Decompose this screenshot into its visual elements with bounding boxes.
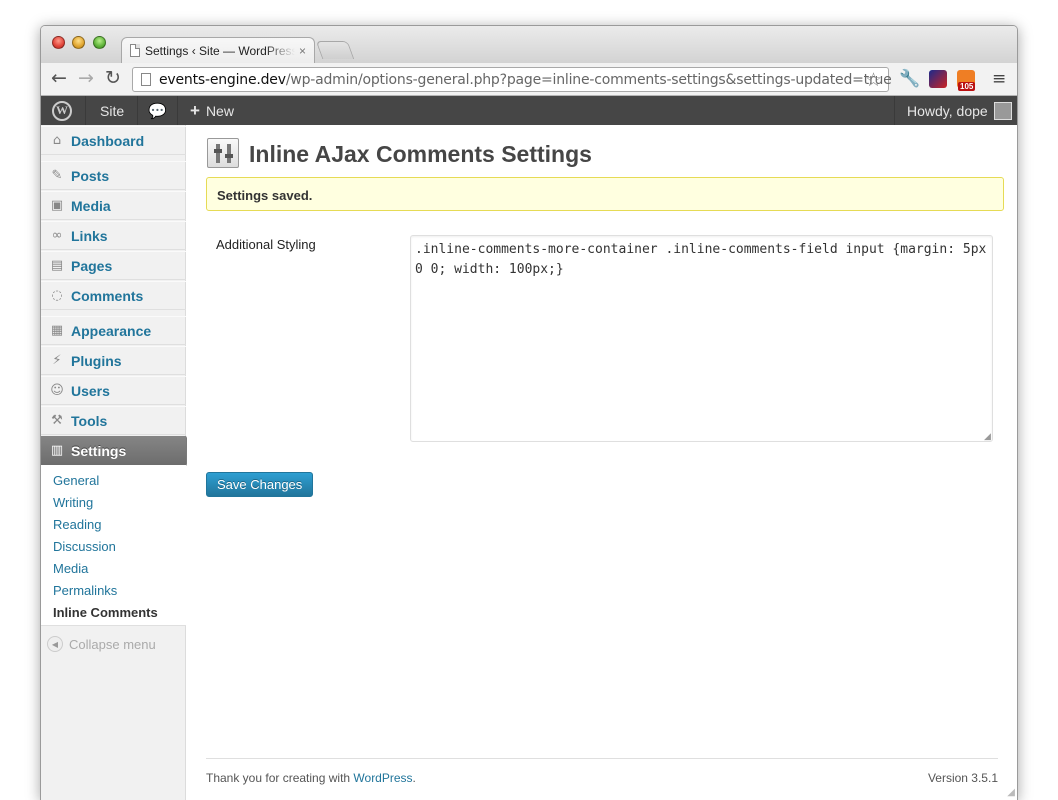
menu-dashboard[interactable]: ⌂ Dashboard	[41, 126, 186, 155]
menu-label: Pages	[71, 257, 113, 274]
adminbar-divider	[894, 96, 895, 125]
additional-styling-textarea[interactable]: .inline-comments-more-container .inline-…	[410, 235, 993, 442]
howdy-label: Howdy, dope	[907, 102, 988, 119]
menu-links[interactable]: ∞ Links	[41, 221, 186, 250]
my-account-menu[interactable]: Howdy, dope	[907, 96, 1012, 125]
appearance-icon: ▦	[50, 323, 64, 338]
menu-label: Plugins	[71, 352, 122, 369]
avatar	[993, 101, 1012, 120]
submenu-permalinks[interactable]: Permalinks	[41, 581, 186, 603]
footer-thanks: Thank you for creating with WordPress.	[206, 771, 416, 785]
zoom-window-button[interactable]	[93, 36, 106, 49]
media-icon: ▣	[50, 198, 64, 213]
browser-toolbar: ← → ↻ events-engine.dev/wp-admin/options…	[41, 63, 1017, 96]
menu-label: Comments	[71, 287, 144, 304]
tab-close-icon[interactable]: ×	[299, 44, 306, 58]
dashboard-icon: ⌂	[52, 133, 62, 148]
wordpress-link[interactable]: WordPress	[353, 771, 412, 785]
settings-saved-notice: Settings saved.	[206, 177, 1004, 211]
collapse-label: Collapse menu	[69, 636, 156, 652]
comment-icon: ◌	[51, 288, 63, 303]
version-text: Version 3.5.1	[927, 771, 998, 785]
main-content: Inline AJax Comments Settings Settings s…	[187, 125, 1017, 800]
star-icon[interactable]: ☆	[865, 69, 882, 91]
tools-icon: ⚒	[51, 413, 63, 428]
site-menu[interactable]: Site	[100, 96, 124, 125]
menu-label: Appearance	[71, 322, 152, 339]
minimize-window-button[interactable]	[72, 36, 85, 49]
adminbar-divider	[85, 96, 86, 125]
menu-pages[interactable]: ▤ Pages	[41, 251, 186, 280]
submenu-media[interactable]: Media	[41, 559, 186, 581]
arrow-left-icon[interactable]: ←	[51, 68, 67, 88]
browser-window: Settings ‹ Site — WordPress × ← → ↻ even…	[40, 25, 1018, 800]
menu-label: Users	[71, 382, 110, 399]
rss-count-badge: 105	[958, 82, 976, 91]
submenu-general[interactable]: General	[41, 471, 186, 493]
submenu-discussion[interactable]: Discussion	[41, 537, 186, 559]
url-text: events-engine.dev/wp-admin/options-gener…	[159, 71, 892, 88]
wordpress-logo-icon: W	[52, 100, 72, 121]
browser-titlebar: Settings ‹ Site — WordPress ×	[41, 26, 1017, 63]
menu-label: Settings	[71, 442, 127, 459]
menu-label: Tools	[71, 412, 108, 429]
settings-page-icon	[207, 138, 239, 168]
arrow-right-icon[interactable]: →	[78, 68, 94, 88]
window-resize-grip-icon[interactable]: ◢	[1007, 787, 1015, 798]
menu-appearance[interactable]: ▦ Appearance	[41, 316, 186, 345]
plus-icon: +	[190, 100, 200, 120]
collapse-arrow-icon: ◀	[47, 636, 63, 652]
new-tab-button[interactable]	[315, 41, 355, 59]
additional-styling-label: Additional Styling	[216, 237, 316, 252]
page-icon	[130, 44, 140, 57]
extension-icon[interactable]	[929, 70, 947, 88]
notice-text: Settings saved.	[217, 188, 313, 203]
submenu-writing[interactable]: Writing	[41, 493, 186, 515]
submenu-inline-comments[interactable]: Inline Comments	[41, 603, 186, 625]
menu-users[interactable]: ☺ Users	[41, 376, 186, 405]
menu-posts[interactable]: ✎ Posts	[41, 161, 186, 190]
page-icon	[141, 73, 151, 86]
tab-title: Settings ‹ Site — WordPress	[145, 43, 295, 58]
adminbar-divider	[137, 96, 138, 125]
wrench-icon[interactable]: 🔧	[899, 69, 920, 89]
speech-bubble-icon: 💬	[148, 101, 167, 120]
settings-submenu: General Writing Reading Discussion Media…	[41, 465, 186, 626]
save-changes-button[interactable]: Save Changes	[206, 472, 314, 497]
settings-icon: ▥	[50, 443, 64, 458]
menu-plugins[interactable]: ⚡ Plugins	[41, 346, 186, 375]
browser-tab[interactable]: Settings ‹ Site — WordPress ×	[121, 37, 315, 63]
link-icon: ∞	[51, 228, 63, 243]
submenu-reading[interactable]: Reading	[41, 515, 186, 537]
menu-settings[interactable]: ▥ Settings	[41, 436, 194, 466]
new-label: New	[205, 102, 234, 119]
admin-footer: Thank you for creating with WordPress. V…	[206, 758, 998, 785]
address-bar[interactable]: events-engine.dev/wp-admin/options-gener…	[132, 67, 892, 92]
site-label: Site	[100, 102, 125, 119]
menu-tools[interactable]: ⚒ Tools	[41, 406, 186, 435]
hamburger-icon[interactable]: ≡	[992, 69, 1006, 89]
collapse-menu-button[interactable]: ◀ Collapse menu	[47, 636, 156, 652]
resize-handle-icon[interactable]: ◢	[984, 432, 991, 442]
adminbar-divider	[177, 96, 178, 125]
comments-menu[interactable]: 💬	[148, 96, 167, 125]
menu-label: Media	[71, 197, 111, 214]
new-content-menu[interactable]: + New	[190, 96, 234, 125]
close-window-button[interactable]	[52, 36, 65, 49]
wp-logo-menu[interactable]: W	[52, 96, 72, 125]
menu-label: Dashboard	[71, 132, 145, 149]
menu-comments[interactable]: ◌ Comments	[41, 281, 186, 310]
admin-menu: ⌂ Dashboard ✎ Posts ▣ Media ∞ Links ▤ Pa…	[41, 125, 194, 800]
menu-label: Posts	[71, 167, 110, 184]
menu-label: Links	[71, 227, 108, 244]
page-title: Inline AJax Comments Settings	[249, 141, 592, 167]
plugin-icon: ⚡	[52, 353, 62, 368]
pin-icon: ✎	[51, 168, 63, 183]
pages-icon: ▤	[50, 258, 64, 273]
reload-icon[interactable]: ↻	[105, 68, 121, 88]
menu-media[interactable]: ▣ Media	[41, 191, 186, 220]
wp-admin-bar: W Site 💬 + New Howdy, dope	[41, 96, 1017, 125]
users-icon: ☺	[50, 383, 64, 398]
